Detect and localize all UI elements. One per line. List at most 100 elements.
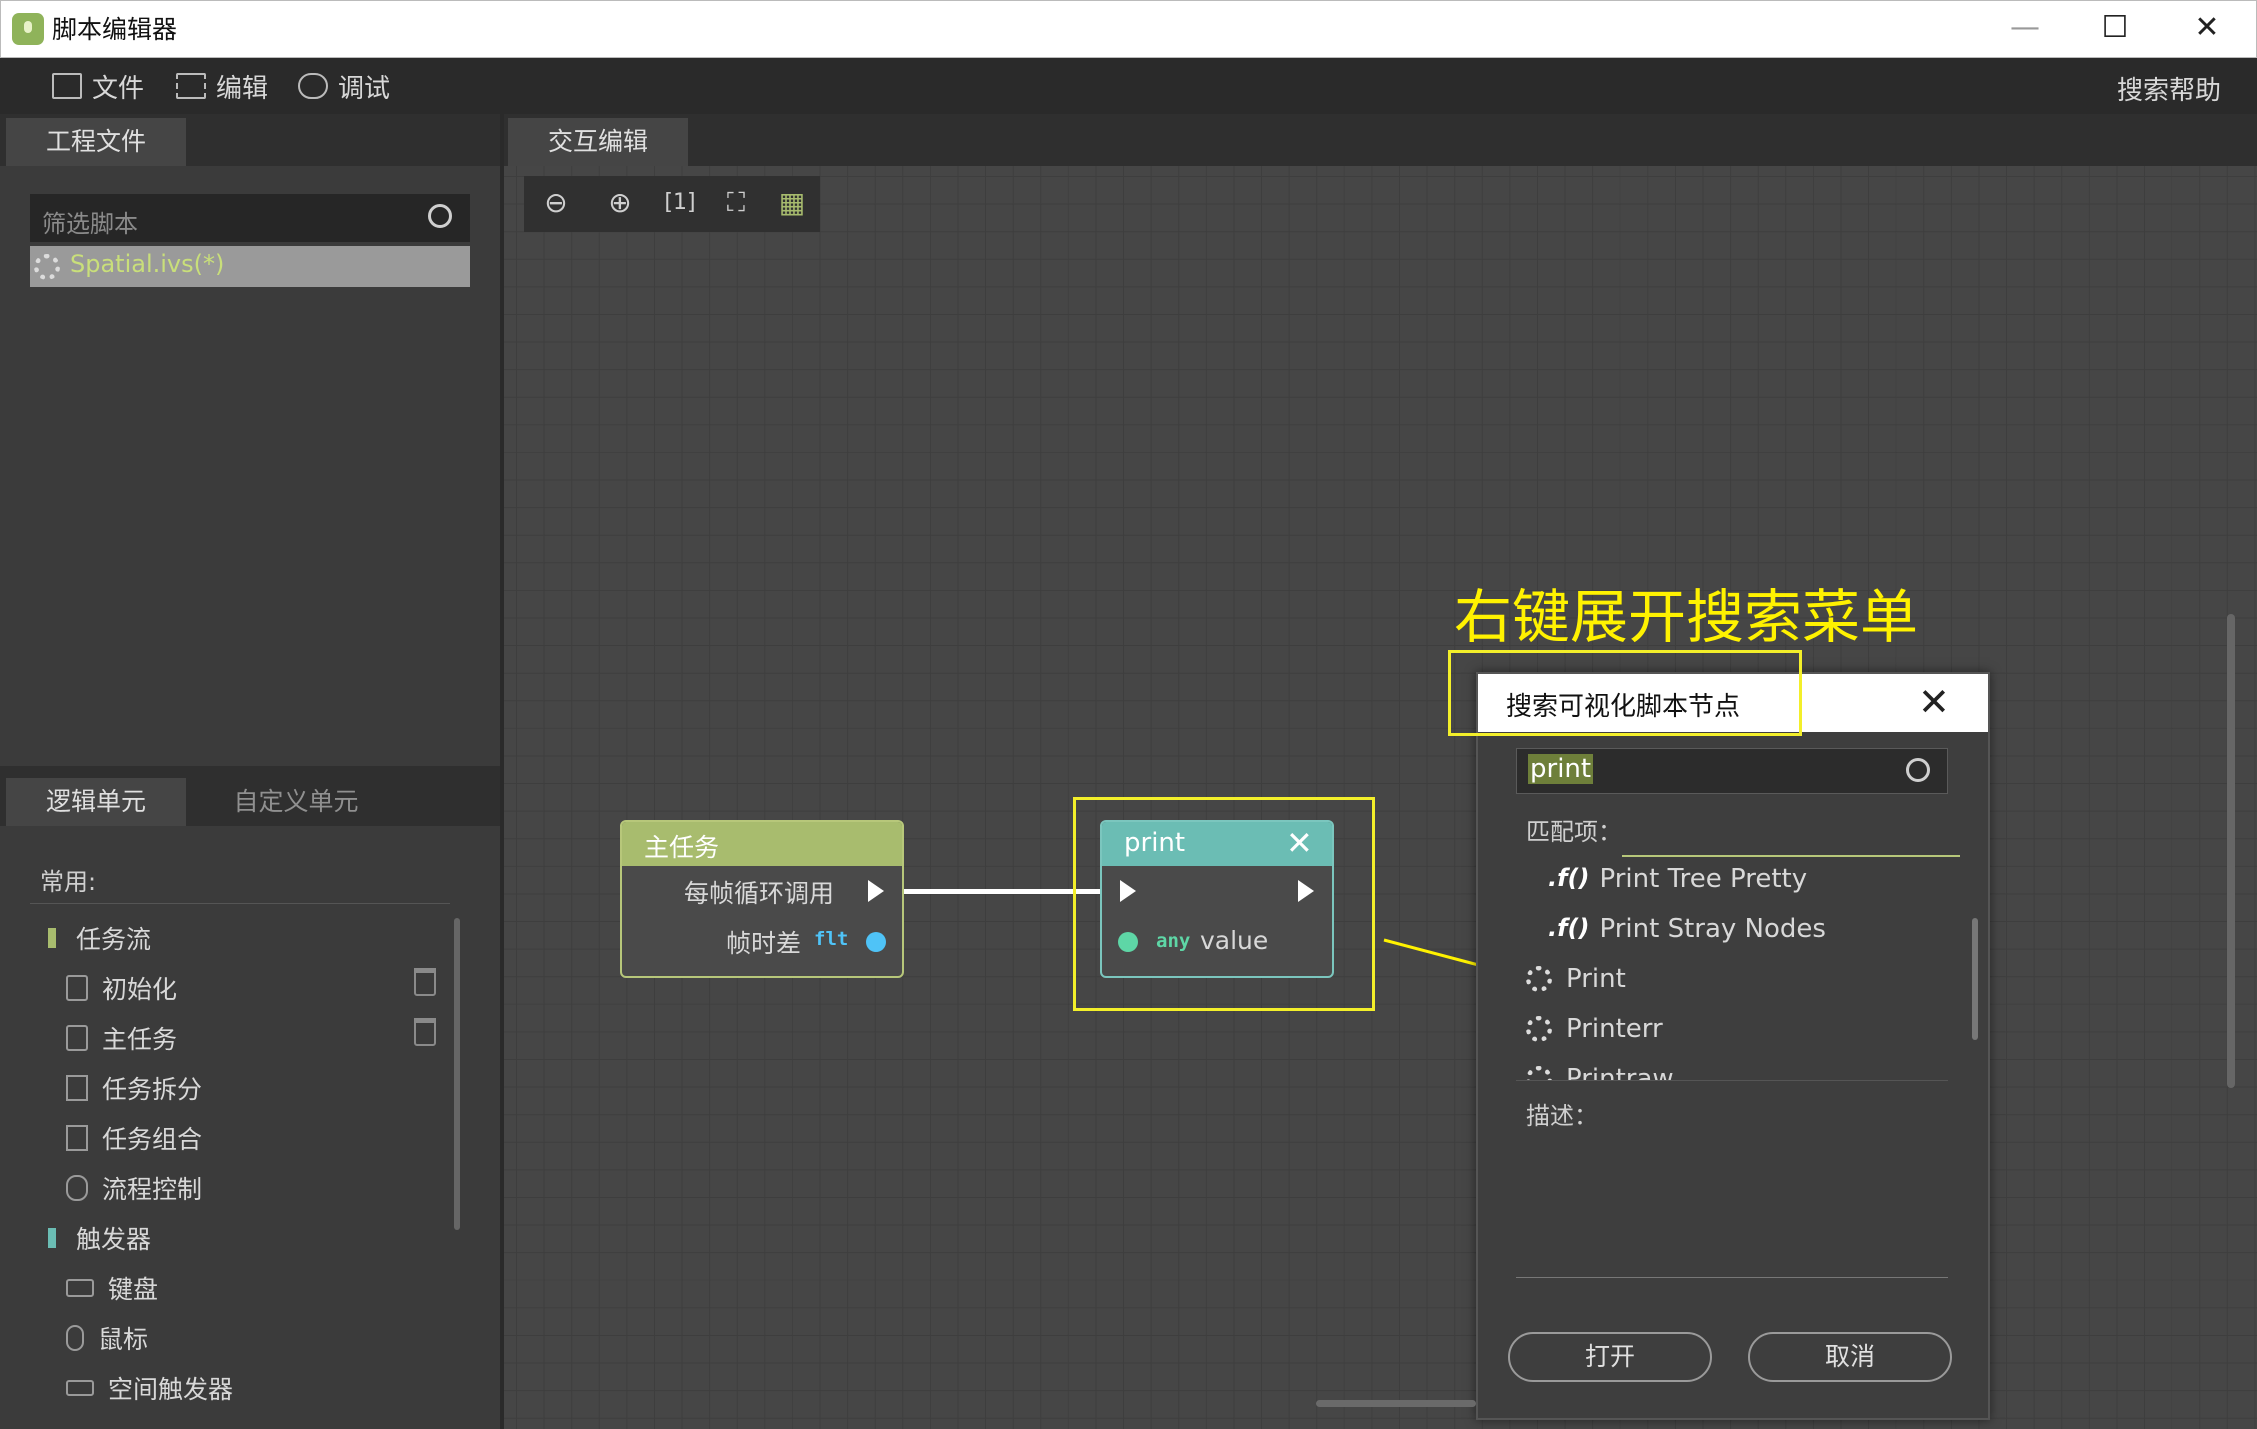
tree-item-mouse[interactable]: 鼠标	[66, 1318, 148, 1358]
tree-item-label: 任务组合	[102, 1125, 203, 1154]
result-label: Printraw	[1566, 1064, 1674, 1080]
node-title: 主任务	[644, 833, 720, 862]
exec-in-pin[interactable]	[1120, 880, 1136, 902]
exec-out-pin[interactable]	[868, 880, 884, 902]
result-item[interactable]: Printraw	[1526, 1064, 1674, 1080]
result-label: Print	[1566, 964, 1626, 994]
tree-item-label: 任务拆分	[102, 1075, 203, 1104]
tree-group-task-flow[interactable]: 任务流	[48, 918, 151, 958]
vs-gear-icon	[1526, 966, 1552, 992]
tree-item-task-split[interactable]: 任务拆分	[66, 1068, 202, 1108]
title-highlight-frame	[1448, 650, 1802, 736]
mouse-icon	[66, 1325, 84, 1351]
open-button[interactable]: 打开	[1508, 1332, 1712, 1382]
match-label: 匹配项：	[1526, 818, 1622, 846]
split-icon	[66, 1075, 88, 1101]
menu-file[interactable]: 文件	[52, 68, 144, 104]
panel-divider[interactable]	[0, 766, 500, 774]
combine-icon	[66, 1125, 88, 1151]
tree-item-space-trigger[interactable]: 空间触发器	[66, 1368, 233, 1408]
result-item[interactable]: Print	[1526, 964, 1626, 994]
menu-debug[interactable]: 调试	[298, 68, 390, 104]
dialog-close-icon[interactable]: ✕	[1918, 680, 1950, 724]
document-icon	[66, 975, 88, 1001]
tab-custom-units[interactable]: 自定义单元	[196, 778, 396, 826]
tree-group-label: 任务流	[76, 925, 152, 954]
function-icon: .f()	[1548, 864, 1590, 892]
maximize-button[interactable]: ☐	[2070, 0, 2160, 58]
graph-canvas[interactable]	[504, 166, 2257, 1429]
fit-view-icon[interactable]: ⛶	[720, 188, 752, 220]
debug-icon	[298, 73, 328, 99]
search-query-text: print	[1528, 754, 1594, 784]
window-titlebar	[0, 0, 2257, 58]
type-tag: any	[1156, 930, 1191, 952]
node-title: print	[1124, 828, 1186, 858]
vs-gear-icon	[1526, 1016, 1552, 1042]
actual-size-icon[interactable]: [1]	[664, 188, 696, 220]
zoom-out-icon[interactable]: ⊖	[540, 188, 572, 220]
match-underline	[1622, 855, 1960, 857]
result-item-clipped[interactable]: Printraw	[1520, 1064, 1960, 1080]
tab-logic-units[interactable]: 逻辑单元	[6, 778, 186, 826]
canvas-vertical-scrollbar[interactable]	[2227, 614, 2235, 1088]
space-trigger-icon	[66, 1380, 94, 1396]
tab-project-files[interactable]: 工程文件	[6, 118, 186, 166]
canvas-horizontal-scrollbar[interactable]	[1316, 1400, 1476, 1407]
result-label: Print Tree Pretty	[1599, 864, 1808, 894]
results-divider	[1516, 1080, 1948, 1081]
group-color-bar	[48, 928, 56, 948]
grid-toggle-icon[interactable]: ▦	[776, 188, 808, 220]
menu-edit[interactable]: 编辑	[176, 68, 268, 104]
trash-icon[interactable]	[414, 1018, 436, 1046]
tree-item-flow-control[interactable]: 流程控制	[66, 1168, 202, 1208]
any-in-pin[interactable]	[1118, 932, 1138, 952]
tree-item-label: 空间触发器	[108, 1375, 234, 1404]
close-button[interactable]: ✕	[2162, 0, 2252, 58]
tree-item-label: 主任务	[102, 1025, 178, 1054]
result-item[interactable]: Printerr	[1526, 1014, 1663, 1044]
search-icon[interactable]	[428, 204, 452, 228]
tree-item-main-task[interactable]: 主任务	[66, 1018, 177, 1058]
search-icon[interactable]	[1906, 758, 1930, 782]
tab-interaction-edit[interactable]: 交互编辑	[508, 118, 688, 166]
section-divider	[30, 903, 450, 904]
menu-file-label: 文件	[92, 73, 145, 104]
tree-item-keyboard[interactable]: 键盘	[66, 1268, 158, 1308]
menu-edit-label: 编辑	[216, 73, 269, 104]
exec-out-pin[interactable]	[1298, 880, 1314, 902]
minimize-button[interactable]: —	[1980, 0, 2070, 58]
tree-item-label: 流程控制	[102, 1175, 203, 1204]
result-item[interactable]: .f() Print Stray Nodes	[1548, 914, 1826, 944]
results-scrollbar[interactable]	[1972, 918, 1978, 1040]
logic-scrollbar[interactable]	[454, 918, 460, 1230]
result-label: Printerr	[1566, 1014, 1663, 1044]
vs-gear-icon	[34, 254, 60, 280]
canvas-tabstrip	[504, 114, 2257, 166]
file-name: Spatial.ivs(*)	[70, 250, 225, 278]
float-out-pin[interactable]	[866, 932, 886, 952]
trash-icon[interactable]	[414, 968, 436, 996]
folder-icon	[52, 73, 82, 99]
tree-item-label: 键盘	[108, 1275, 159, 1304]
tree-item-label: 鼠标	[98, 1325, 149, 1354]
group-color-bar	[48, 1228, 56, 1248]
flow-icon	[66, 1175, 88, 1201]
tree-item-init[interactable]: 初始化	[66, 968, 177, 1008]
vs-gear-icon	[1526, 1066, 1552, 1080]
cancel-button[interactable]: 取消	[1748, 1332, 1952, 1382]
description-divider	[1516, 1277, 1948, 1278]
tree-item-task-combine[interactable]: 任务组合	[66, 1118, 202, 1158]
port-label: value	[1200, 926, 1269, 955]
tree-group-triggers[interactable]: 触发器	[48, 1218, 151, 1258]
menu-search-help[interactable]: 搜索帮助	[2117, 70, 2221, 107]
description-label: 描述：	[1526, 1102, 1598, 1130]
type-tag: flt	[814, 928, 849, 950]
zoom-in-icon[interactable]: ⊕	[604, 188, 636, 220]
result-item[interactable]: .f() Print Tree Pretty	[1548, 864, 1807, 894]
node-close-icon[interactable]: ✕	[1286, 824, 1313, 862]
menu-debug-label: 调试	[338, 73, 391, 104]
function-icon: .f()	[1548, 914, 1590, 942]
port-label: 帧时差	[726, 929, 802, 958]
exec-connection-wire[interactable]	[876, 889, 1102, 894]
